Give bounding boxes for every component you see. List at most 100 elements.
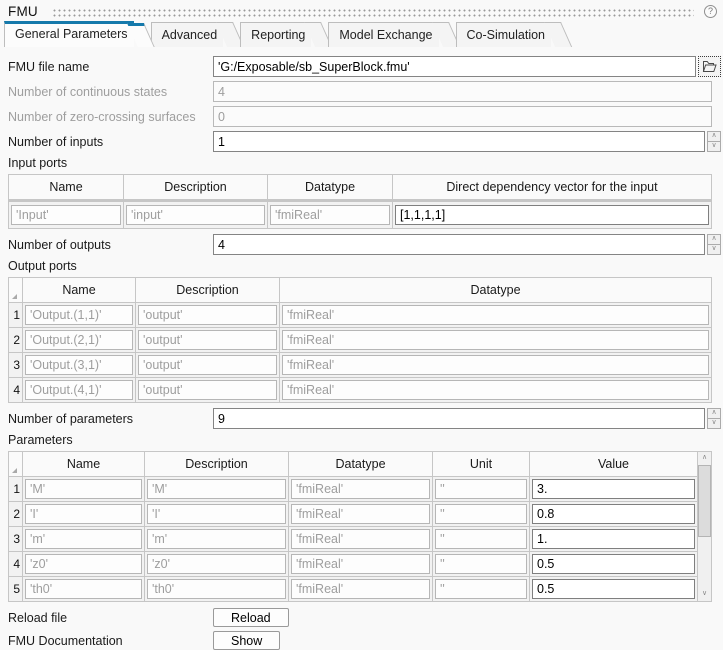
table-cell: 'Output.(2,1)' bbox=[23, 328, 135, 352]
param-value-field[interactable]: 0.8 bbox=[532, 504, 695, 524]
output-description-field: 'output' bbox=[138, 355, 277, 375]
table-cell: '' bbox=[433, 577, 529, 601]
scroll-down-icon[interactable]: ∨ bbox=[698, 588, 711, 601]
param-value-field[interactable]: 0.5 bbox=[532, 554, 695, 574]
spinner-up-icon[interactable]: ∧ bbox=[707, 234, 721, 245]
tab-label: Advanced bbox=[162, 28, 218, 42]
show-documentation-button[interactable]: Show bbox=[213, 631, 280, 650]
parameters-table: Name Description Datatype Unit Value 1 '… bbox=[8, 451, 698, 602]
table-cell: 1. bbox=[530, 527, 697, 551]
title-bar: FMU ? bbox=[0, 0, 723, 20]
fmu-file-name-input[interactable] bbox=[213, 56, 696, 77]
corner-header bbox=[9, 278, 22, 302]
input-dependency-field[interactable]: [1,1,1,1] bbox=[395, 205, 709, 225]
output-datatype-field: 'fmiReal' bbox=[282, 380, 709, 400]
table-cell: 'm' bbox=[23, 527, 144, 551]
table-cell: 'input' bbox=[124, 202, 267, 228]
scrollbar-track[interactable] bbox=[698, 465, 711, 588]
spinner-up-icon[interactable]: ∧ bbox=[707, 408, 721, 419]
num-inputs-input[interactable] bbox=[213, 131, 705, 152]
table-cell: 'output' bbox=[136, 378, 279, 402]
param-description-field: 'm' bbox=[147, 529, 286, 549]
num-parameters-spinner: ∧ ∨ bbox=[707, 408, 721, 429]
output-datatype-field: 'fmiReal' bbox=[282, 355, 709, 375]
num-parameters-label: Number of parameters bbox=[8, 412, 213, 426]
table-cell: 'fmiReal' bbox=[280, 353, 711, 377]
tab-model-exchange[interactable]: Model Exchange bbox=[328, 22, 438, 47]
table-cell: 'Output.(1,1)' bbox=[23, 303, 135, 327]
reload-button[interactable]: Reload bbox=[213, 608, 289, 627]
parameters-label: Parameters bbox=[8, 433, 712, 447]
output-description-field: 'output' bbox=[138, 305, 277, 325]
param-datatype-field: 'fmiReal' bbox=[291, 554, 430, 574]
param-datatype-field: 'fmiReal' bbox=[291, 579, 430, 599]
tab-co-simulation[interactable]: Co-Simulation bbox=[456, 22, 552, 47]
table-cell: 'I' bbox=[145, 502, 288, 526]
browse-file-button[interactable] bbox=[698, 56, 721, 77]
num-outputs-input[interactable] bbox=[213, 234, 705, 255]
tab-reporting[interactable]: Reporting bbox=[240, 22, 311, 47]
param-datatype-field: 'fmiReal' bbox=[291, 529, 430, 549]
num-outputs-spinner: ∧ ∨ bbox=[707, 234, 721, 255]
window-title: FMU bbox=[8, 4, 38, 19]
column-header: Datatype bbox=[280, 278, 711, 302]
row-number: 4 bbox=[9, 552, 22, 576]
tab-label: Model Exchange bbox=[339, 28, 432, 42]
table-cell: 'm' bbox=[145, 527, 288, 551]
param-description-field: 'th0' bbox=[147, 579, 286, 599]
param-unit-field: '' bbox=[435, 504, 527, 524]
param-description-field: 'z0' bbox=[147, 554, 286, 574]
input-ports-table: Name Description Datatype Direct depende… bbox=[8, 174, 712, 229]
table-cell: '' bbox=[433, 477, 529, 501]
scroll-up-icon[interactable]: ∧ bbox=[698, 452, 711, 465]
row-number: 3 bbox=[9, 353, 22, 377]
corner-resize-icon bbox=[12, 468, 17, 473]
num-outputs-row: Number of outputs ∧ ∨ bbox=[8, 234, 721, 255]
param-value-field[interactable]: 3. bbox=[532, 479, 695, 499]
output-name-field: 'Output.(3,1)' bbox=[25, 355, 133, 375]
tab-advanced[interactable]: Advanced bbox=[151, 22, 224, 47]
table-cell: 'fmiReal' bbox=[289, 477, 432, 501]
spinner-down-icon[interactable]: ∨ bbox=[707, 245, 721, 255]
param-description-field: 'M' bbox=[147, 479, 286, 499]
fmu-file-name-row: FMU file name bbox=[8, 56, 721, 77]
param-name-field: 'z0' bbox=[25, 554, 142, 574]
scrollbar-thumb[interactable] bbox=[698, 465, 711, 537]
row-number: 4 bbox=[9, 378, 22, 402]
spinner-down-icon[interactable]: ∨ bbox=[707, 142, 721, 152]
input-name-field: 'Input' bbox=[11, 205, 121, 225]
table-cell: 'fmiReal' bbox=[289, 552, 432, 576]
param-unit-field: '' bbox=[435, 479, 527, 499]
table-cell: 3. bbox=[530, 477, 697, 501]
spinner-up-icon[interactable]: ∧ bbox=[707, 131, 721, 142]
tab-label: General Parameters bbox=[15, 27, 128, 41]
num-parameters-input[interactable] bbox=[213, 408, 705, 429]
param-value-field[interactable]: 1. bbox=[532, 529, 695, 549]
table-cell: 0.5 bbox=[530, 577, 697, 601]
output-name-field: 'Output.(1,1)' bbox=[25, 305, 133, 325]
table-cell: 'fmiReal' bbox=[280, 328, 711, 352]
table-cell: 'z0' bbox=[23, 552, 144, 576]
table-cell: 'th0' bbox=[145, 577, 288, 601]
param-name-field: 'th0' bbox=[25, 579, 142, 599]
num-inputs-label: Number of inputs bbox=[8, 135, 213, 149]
tab-general-parameters[interactable]: General Parameters bbox=[4, 21, 134, 47]
tab-label: Co-Simulation bbox=[467, 28, 546, 42]
drag-grip[interactable] bbox=[52, 7, 694, 17]
tab-label: Reporting bbox=[251, 28, 305, 42]
corner-header bbox=[9, 452, 22, 476]
help-icon[interactable]: ? bbox=[704, 5, 717, 18]
table-cell: 'Input' bbox=[9, 202, 123, 228]
num-inputs-spinner: ∧ ∨ bbox=[707, 131, 721, 152]
param-value-field[interactable]: 0.5 bbox=[532, 579, 695, 599]
row-number: 1 bbox=[9, 303, 22, 327]
table-cell: 'th0' bbox=[23, 577, 144, 601]
spinner-down-icon[interactable]: ∨ bbox=[707, 419, 721, 429]
column-header: Datatype bbox=[268, 175, 392, 199]
column-header: Name bbox=[23, 278, 135, 302]
table-cell: 'Output.(3,1)' bbox=[23, 353, 135, 377]
table-cell: 'output' bbox=[136, 328, 279, 352]
column-header: Description bbox=[136, 278, 279, 302]
row-number: 2 bbox=[9, 502, 22, 526]
parameters-scrollbar[interactable]: ∧ ∨ bbox=[698, 451, 712, 602]
